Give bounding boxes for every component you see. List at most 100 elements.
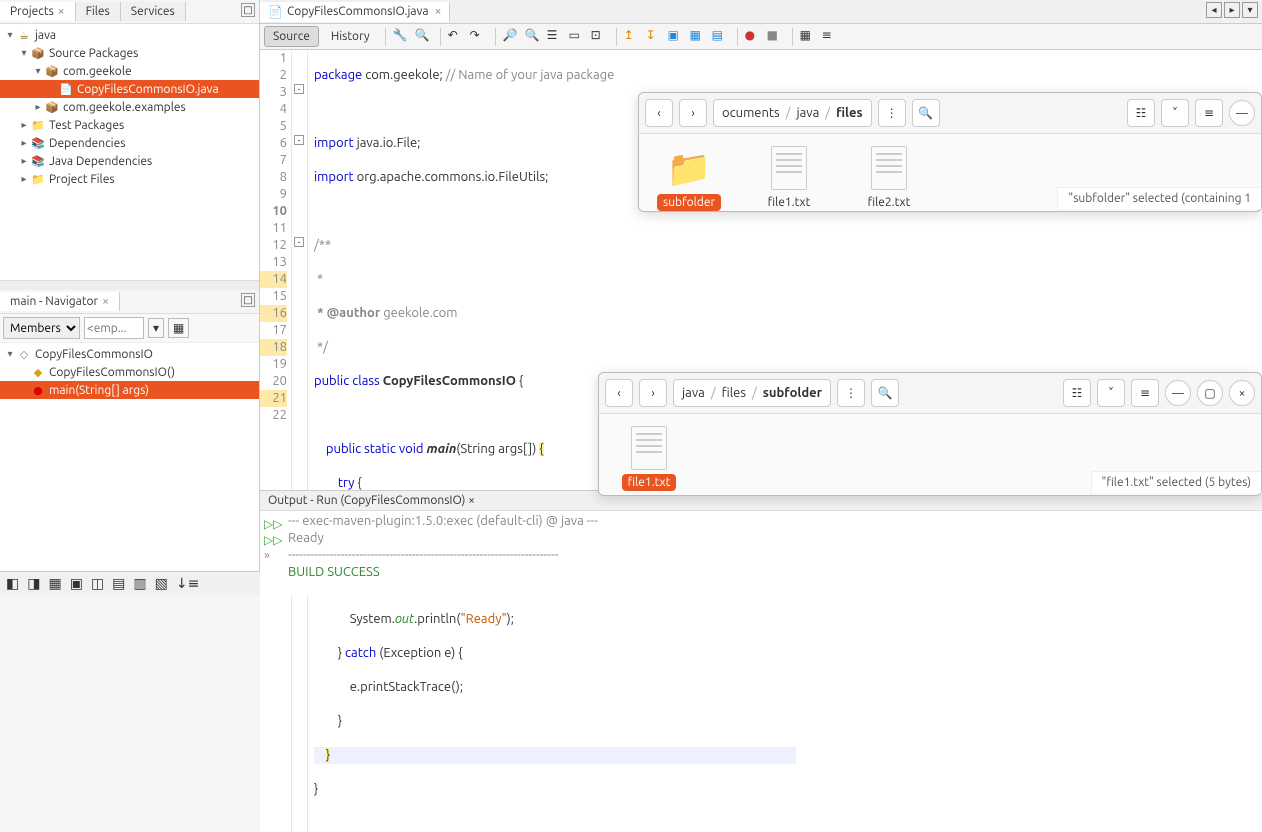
filter-icon[interactable]: ▤ xyxy=(112,575,125,592)
toolbar-icon[interactable]: ↧ xyxy=(646,28,664,46)
view-icons-button[interactable]: ☷ xyxy=(1127,99,1155,127)
view-icons-button[interactable]: ☷ xyxy=(1063,379,1091,407)
filter-icon[interactable]: ◧ xyxy=(6,575,19,592)
close-window-icon[interactable]: × xyxy=(1229,380,1255,406)
toolbar-icon[interactable]: 🔎 xyxy=(503,28,521,46)
tree-root-java[interactable]: ▾☕java xyxy=(0,26,259,44)
toolbar-icon[interactable]: ▦ xyxy=(800,28,818,46)
run-icon[interactable]: ▷▷ xyxy=(264,517,282,531)
filter-icon[interactable]: ▥ xyxy=(133,575,146,592)
toolbar-icon[interactable]: ▣ xyxy=(668,28,686,46)
navigator-header: main - Navigator × □ xyxy=(0,290,259,314)
back-button[interactable]: ‹ xyxy=(645,99,673,127)
nav-class[interactable]: ▾◇CopyFilesCommonsIO xyxy=(0,345,259,363)
view-dropdown-button[interactable]: ˅ xyxy=(1161,99,1189,127)
view-source-button[interactable]: Source xyxy=(264,26,319,47)
fold-gutter[interactable]: - - - xyxy=(292,50,308,832)
navigator-title: main - Navigator xyxy=(10,295,98,308)
nav-back-icon[interactable]: ◂ xyxy=(1206,2,1222,18)
toolbar-icon[interactable]: 🔍 xyxy=(525,28,543,46)
project-tree: ▾☕java ▾📦Source Packages ▾📦com.geekole 📄… xyxy=(0,24,259,190)
menu-button[interactable]: ⋮ xyxy=(878,99,906,127)
file-file2[interactable]: file2.txt xyxy=(849,144,929,211)
minimize-icon[interactable]: □ xyxy=(241,293,255,307)
tab-projects[interactable]: Projects× xyxy=(0,2,76,21)
settings-icon[interactable]: ▾ xyxy=(148,318,164,338)
search-button[interactable]: 🔍 xyxy=(871,379,899,407)
breadcrumb[interactable]: java/ files/ subfolder xyxy=(673,379,831,407)
close-icon[interactable]: × xyxy=(58,5,65,18)
toolbar-icon[interactable]: ▭ xyxy=(569,28,587,46)
tab-services[interactable]: Services xyxy=(121,2,186,21)
toolbar-icon[interactable]: ▤ xyxy=(712,28,730,46)
close-icon[interactable]: × xyxy=(468,494,475,507)
toolbar-icon[interactable]: ↶ xyxy=(448,28,466,46)
file-subfolder[interactable]: 📁subfolder xyxy=(649,144,729,211)
window-icon[interactable]: ▦ xyxy=(168,318,189,338)
projects-tabs: Projects× Files Services □ xyxy=(0,0,259,24)
record-icon[interactable]: ● xyxy=(745,28,763,46)
toolbar-icon[interactable]: ↥ xyxy=(624,28,642,46)
members-select[interactable]: Members xyxy=(3,317,80,339)
expand-icon[interactable]: » xyxy=(264,549,282,562)
nav-fwd-icon[interactable]: ▸ xyxy=(1224,2,1240,18)
editor-tab-file[interactable]: 📄CopyFilesCommonsIO.java× xyxy=(260,2,450,22)
toolbar-icon[interactable]: ▦ xyxy=(690,28,708,46)
filter-icon[interactable]: ◫ xyxy=(91,575,104,592)
menu-button[interactable]: ⋮ xyxy=(837,379,865,407)
output-panel: Output - Run (CopyFilesCommonsIO) × ▷▷ ▷… xyxy=(260,490,1262,595)
tree-java-dependencies[interactable]: ▸📚Java Dependencies xyxy=(0,152,259,170)
filter-input[interactable] xyxy=(84,317,144,339)
view-history-button[interactable]: History xyxy=(323,27,378,46)
filter-icon[interactable]: ▧ xyxy=(155,575,168,592)
filter-icon[interactable]: ↓≡ xyxy=(176,575,199,592)
toolbar-icon[interactable]: ↷ xyxy=(470,28,488,46)
forward-button[interactable]: › xyxy=(639,379,667,407)
view-dropdown-button[interactable]: ˅ xyxy=(1097,379,1125,407)
run-icon[interactable]: ▷▷ xyxy=(264,533,282,547)
file-browser-files: ‹ › ocuments/ java/ files ⋮ 🔍 ☷ ˅ ≡ — 📁s… xyxy=(638,92,1262,212)
tree-file-copyfilescommonsio[interactable]: 📄CopyFilesCommonsIO.java xyxy=(0,80,259,98)
search-button[interactable]: 🔍 xyxy=(912,99,940,127)
view-list-button[interactable]: ≡ xyxy=(1195,99,1223,127)
output-text[interactable]: --- exec-maven-plugin:1.5.0:exec (defaul… xyxy=(286,511,600,583)
filter-icon[interactable]: ◨ xyxy=(27,575,40,592)
tab-files[interactable]: Files xyxy=(76,2,121,21)
line-gutter: 12345678910111213141516171819202122 xyxy=(260,50,292,832)
nav-constructor[interactable]: ◆CopyFilesCommonsIO() xyxy=(0,363,259,381)
minimize-window-icon[interactable]: — xyxy=(1229,100,1255,126)
close-icon[interactable]: × xyxy=(102,295,109,308)
back-button[interactable]: ‹ xyxy=(605,379,633,407)
navigator-controls: Members ▾ ▦ xyxy=(0,314,259,343)
editor-toolbar: Source History 🔧 🔍 ↶ ↷ 🔎 🔍 ☰ ▭ ⊡ ↥ ↧ ▣ ▦… xyxy=(260,24,1262,50)
tree-pkg-examples[interactable]: ▸📦com.geekole.examples xyxy=(0,98,259,116)
nav-menu-icon[interactable]: ▾ xyxy=(1242,2,1258,18)
toolbar-icon[interactable]: ⊡ xyxy=(591,28,609,46)
toolbar-icon[interactable]: ☰ xyxy=(547,28,565,46)
tree-project-files[interactable]: ▸📁Project Files xyxy=(0,170,259,188)
minimize-window-icon[interactable]: — xyxy=(1165,380,1191,406)
filter-icon[interactable]: ▦ xyxy=(48,575,61,592)
tree-dependencies[interactable]: ▸📚Dependencies xyxy=(0,134,259,152)
navigator-tree: ▾◇CopyFilesCommonsIO ◆CopyFilesCommonsIO… xyxy=(0,343,259,401)
stop-icon[interactable]: ■ xyxy=(767,28,785,46)
nav-method-main[interactable]: ●main(String[] args) xyxy=(0,381,259,399)
breadcrumb[interactable]: ocuments/ java/ files xyxy=(713,99,872,127)
toolbar-icon[interactable]: 🔧 xyxy=(393,28,411,46)
minimize-icon[interactable]: □ xyxy=(241,3,255,17)
forward-button[interactable]: › xyxy=(679,99,707,127)
file-file1[interactable]: file1.txt xyxy=(609,424,689,491)
view-list-button[interactable]: ≡ xyxy=(1131,379,1159,407)
file-file1[interactable]: file1.txt xyxy=(749,144,829,211)
file-browser-subfolder: ‹ › java/ files/ subfolder ⋮ 🔍 ☷ ˅ ≡ — ▢… xyxy=(598,372,1262,496)
horizontal-scrollbar[interactable] xyxy=(0,280,259,290)
maximize-window-icon[interactable]: ▢ xyxy=(1197,380,1223,406)
tree-source-packages[interactable]: ▾📦Source Packages xyxy=(0,44,259,62)
filter-icon[interactable]: ▣ xyxy=(70,575,83,592)
toolbar-icon[interactable]: 🔍 xyxy=(415,28,433,46)
close-icon[interactable]: × xyxy=(435,5,442,18)
output-title: Output - Run (CopyFilesCommonsIO) xyxy=(268,494,465,507)
toolbar-icon[interactable]: ≡ xyxy=(822,28,840,46)
tree-pkg-geekole[interactable]: ▾📦com.geekole xyxy=(0,62,259,80)
tree-test-packages[interactable]: ▸📁Test Packages xyxy=(0,116,259,134)
